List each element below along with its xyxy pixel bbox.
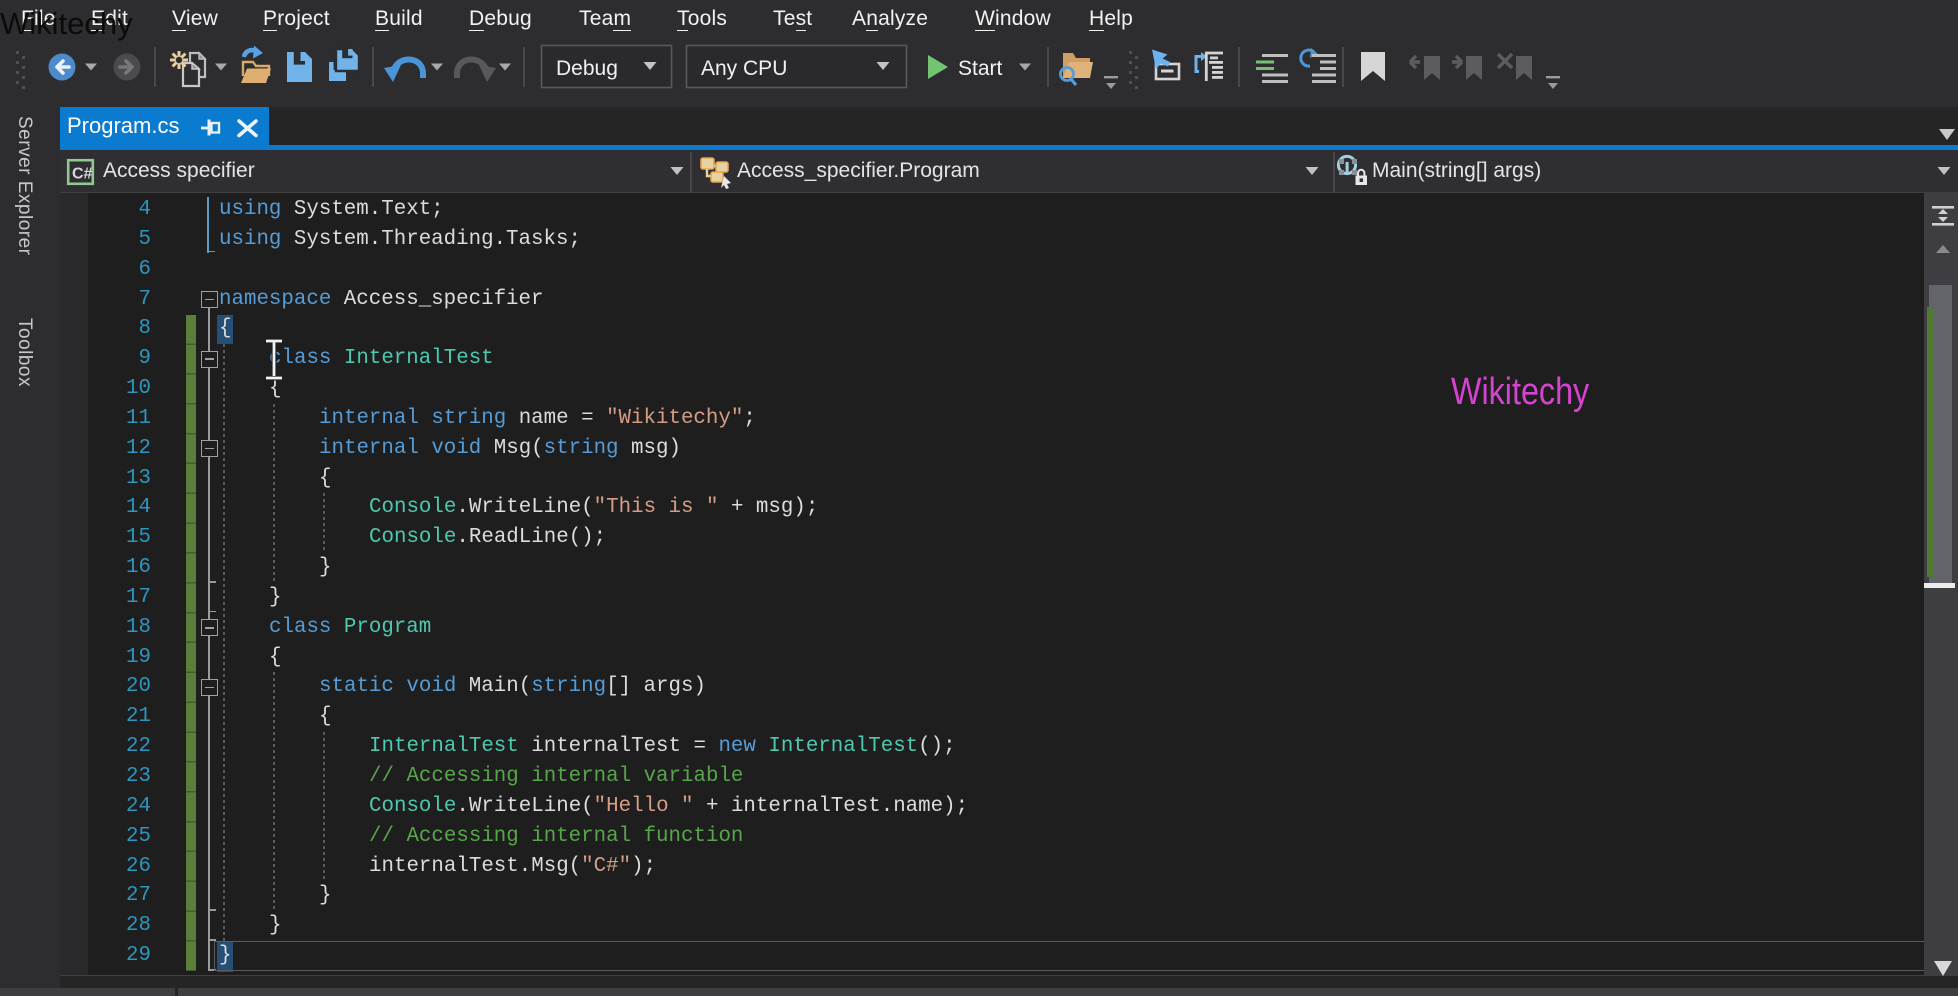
svg-text:Start: Start	[958, 57, 1003, 80]
svg-text:C#: C#	[72, 166, 93, 183]
svg-text:Debug: Debug	[556, 57, 618, 80]
svg-text:Any CPU: Any CPU	[701, 57, 787, 80]
